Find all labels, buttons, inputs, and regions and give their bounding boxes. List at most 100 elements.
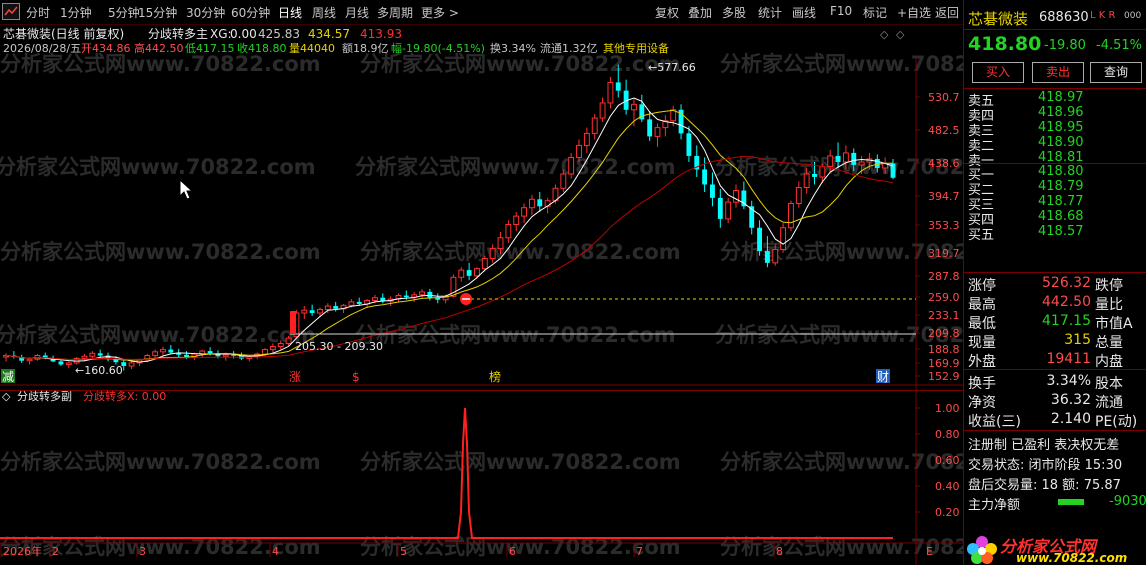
info-turnover: 换3.34%	[490, 41, 536, 55]
toolbar-item-7[interactable]: 周线	[312, 4, 336, 21]
toolbar-item-9[interactable]: 多周期	[377, 4, 413, 21]
sub-axis-label: 0.80	[935, 428, 960, 441]
bid-label: 买五	[968, 228, 995, 243]
toolbar-right-item-1[interactable]: 叠加	[688, 4, 712, 21]
toolbar-item-3[interactable]: 15分钟	[138, 4, 177, 21]
stat2-value: 3.34%	[1046, 373, 1091, 389]
last-price: 418.80	[968, 33, 1042, 55]
bid-price: 418.80	[1038, 164, 1084, 179]
toolbar-item-8[interactable]: 月线	[345, 4, 369, 21]
watermark: 分析家公式网www.70822.com	[0, 323, 316, 347]
candle-body	[521, 207, 528, 217]
price-axis-label: 394.7	[928, 190, 960, 203]
candle-body	[301, 309, 308, 314]
window-menu-icon[interactable]	[2, 3, 20, 20]
candle-body	[207, 351, 213, 354]
info-volume: 量44040	[289, 42, 335, 55]
bid-price: 418.77	[1038, 194, 1084, 209]
toolbar-right-item-0[interactable]: 复权	[655, 4, 679, 21]
price-axis-label: 259.0	[928, 291, 960, 304]
toolbar-item-6[interactable]: 日线	[278, 4, 302, 21]
time-axis-label: 6	[509, 545, 516, 558]
candle-body	[591, 117, 598, 134]
indicator-name: 分歧转多主	[148, 26, 208, 41]
candle-body	[356, 301, 362, 304]
candle-body	[788, 202, 794, 229]
candle-body	[686, 133, 692, 156]
candle-body	[371, 297, 378, 301]
candle-body	[89, 352, 96, 357]
info-high: 高442.50	[134, 41, 184, 55]
toolbar-right-item-2[interactable]: 多股	[722, 4, 746, 21]
candle-body	[710, 184, 715, 198]
kline-chart[interactable]: 分析家公式网www.70822.com 分析家公式网www.70822.com 分析…	[0, 24, 963, 565]
price-axis-label: 530.7	[928, 91, 960, 104]
candle-body	[403, 295, 409, 297]
candle-body	[309, 310, 315, 313]
sell-button[interactable]: 卖出	[1032, 62, 1084, 83]
range-label: 205.30 - 209.30	[295, 340, 383, 353]
event-marker[interactable]: 涨	[289, 369, 301, 384]
candle-body	[702, 169, 708, 185]
toolbar-item-5[interactable]: 60分钟	[231, 4, 270, 21]
candle-body	[348, 301, 355, 306]
chart-header: 芯碁微装(日线 前复权) 分歧转多主 XG:0.00 425.83 434.57 413.…	[3, 26, 669, 55]
toolbar-right-item-7[interactable]: +自选	[897, 4, 931, 21]
toolbar-item-4[interactable]: 30分钟	[186, 4, 225, 21]
orderbook-divider	[964, 163, 1146, 164]
toolbar-item-10[interactable]: 更多 >	[421, 4, 459, 21]
stats-block: 涨停 526.32 跌停 最高 442.50 量比 最低 417.15 市值A 现量 315 总量 外盘…	[964, 273, 1146, 370]
candle-body	[858, 161, 865, 166]
collapse-diamond-icon[interactable]: ◇	[880, 28, 889, 41]
top-toolbar: 分时 1分钟 5分钟 15分钟 30分钟 60分钟 日线 周线 月线 多周期 更多 > 复权 叠加 多股统…	[0, 0, 963, 25]
event-marker[interactable]: $	[352, 370, 360, 384]
candle-body	[803, 173, 810, 189]
event-marker[interactable]: 财	[877, 370, 889, 384]
candle-body	[537, 199, 543, 207]
watermark: 分析家公式网www.70822.com	[360, 240, 681, 264]
watermark: 分析家公式网www.70822.com	[0, 155, 316, 179]
watermark: 分析家公式网www.70822.com	[0, 52, 321, 76]
time-axis-label: 3	[139, 545, 146, 558]
toolbar-item-2[interactable]: 5分钟	[108, 4, 140, 21]
price-change: -19.80	[1044, 38, 1086, 53]
expand-diamond-icon[interactable]: ◇	[896, 28, 905, 41]
candle-body	[168, 349, 174, 353]
stats-block-2: 换手 3.34% 股本 净资 36.32 流通 收益(三) 2.140 PE(动)	[964, 370, 1146, 430]
toolbar-right-item-8[interactable]: 返回	[935, 4, 959, 21]
toolbar-right-item-4[interactable]: 画线	[792, 4, 816, 21]
candle-body	[827, 155, 834, 167]
candle-body	[615, 82, 621, 91]
quote-panel: 芯碁微装 688630 L K R 000 418.80 -19.80 -4.5…	[963, 0, 1146, 565]
stat2-label: 净资	[968, 395, 996, 411]
toolbar-right-item-6[interactable]: 标记	[863, 4, 887, 21]
info-open: 开434.86	[81, 42, 131, 55]
stat-value: 526.32	[1042, 275, 1091, 291]
buy-button[interactable]: 买入	[972, 62, 1024, 83]
candle-body	[757, 227, 762, 252]
toolbar-item-1[interactable]: 1分钟	[60, 4, 92, 21]
price-axis-label: 353.3	[928, 219, 960, 232]
toolbar-item-0[interactable]: 分时	[26, 4, 50, 21]
site-logo: 分析家公式网 www.70822.com	[964, 533, 1146, 565]
event-marker[interactable]: 减	[2, 370, 14, 384]
sub-chart-title: 分歧转多副	[17, 389, 72, 403]
time-axis-label: 8	[776, 545, 783, 558]
toolbar-right-item-3[interactable]: 统计	[758, 4, 782, 21]
info-low: 低417.15	[185, 42, 235, 55]
candle-body	[58, 361, 64, 365]
candle-body	[513, 215, 520, 226]
candle-body	[780, 227, 787, 250]
event-marker[interactable]: 榜	[489, 369, 501, 384]
stat2-label-2: 流通	[1095, 395, 1123, 411]
stock-tags: L K R	[1090, 10, 1116, 21]
candle-body	[812, 173, 817, 177]
candle-body	[583, 132, 590, 146]
time-axis-label: 2026年	[3, 544, 42, 558]
sub-chart-menu-icon[interactable]: ◇	[2, 390, 11, 403]
query-button[interactable]: 查询	[1090, 62, 1142, 83]
watermark: 分析家公式网www.70822.com	[355, 323, 676, 347]
candle-body	[474, 268, 480, 277]
toolbar-right-item-5[interactable]: F10	[830, 4, 852, 18]
registration-note: 注册制 已盈利 表决权无差	[968, 438, 1120, 453]
